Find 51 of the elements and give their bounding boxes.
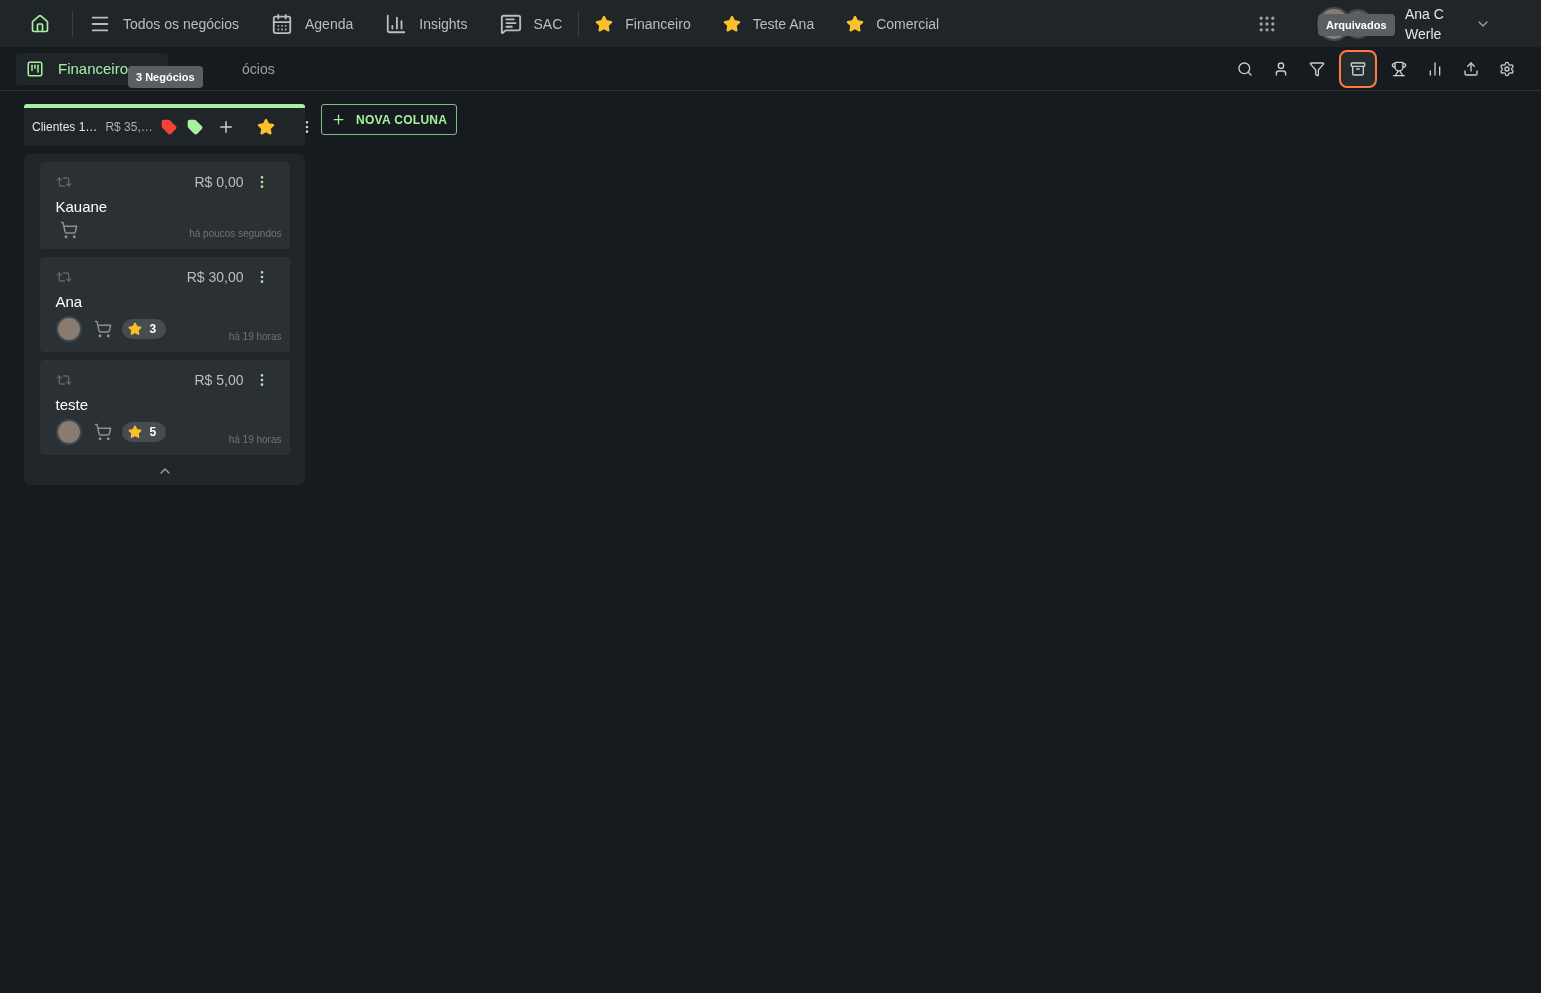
deal-time: há poucos segundos (189, 228, 282, 239)
nav-item[interactable]: Todos os negócios (73, 12, 255, 35)
rating-badge: 5 (121, 422, 167, 442)
new-column-button[interactable]: NOVA COLUNA (321, 104, 458, 135)
deal-time: há 19 horas (228, 434, 282, 445)
upload-icon (1463, 60, 1479, 77)
kanban-icon (26, 59, 44, 78)
cart-icon (93, 423, 112, 441)
deal-card[interactable]: R$ 0,00 Kauane há poucos segundos (39, 162, 290, 249)
nav-item[interactable]: Financeiro (579, 14, 707, 33)
nav-item[interactable]: Teste Ana (706, 14, 831, 33)
deal-name: Ana (55, 293, 84, 310)
star-icon (722, 14, 741, 33)
nav-item[interactable]: Insights (369, 12, 484, 35)
tooltip: 3 Negócios (128, 66, 203, 88)
chat-icon (499, 12, 522, 35)
star-icon[interactable] (256, 118, 275, 136)
settings-icon (1499, 60, 1515, 77)
trophy-icon (1391, 60, 1407, 77)
deal-value: R$ 30,00 (186, 269, 244, 285)
star-icon (846, 14, 865, 33)
deal-time: há 19 horas (228, 331, 282, 342)
archive-icon (1350, 60, 1366, 77)
deal-value: R$ 0,00 (194, 174, 244, 190)
bar-chart-icon (1427, 60, 1443, 77)
cart-icon (59, 221, 78, 239)
deal-card[interactable]: R$ 30,00 Ana 3 há 19 horas (39, 257, 290, 352)
user-name: Ana C (1405, 4, 1445, 24)
nav-item[interactable]: Comercial (830, 14, 956, 33)
home-icon[interactable] (30, 13, 50, 34)
user-name: Werle (1405, 24, 1443, 44)
column-title: Clientes 1… (32, 120, 98, 134)
nav-item[interactable]: Agenda (254, 12, 370, 35)
calendar-icon (270, 12, 293, 35)
toolbar-button[interactable] (1339, 49, 1377, 88)
tooltip: Arquivados (1318, 14, 1395, 36)
deal-card[interactable]: R$ 5,00 teste 5 há 19 horas (39, 360, 290, 455)
column-total: R$ 35,… (105, 120, 153, 134)
rating-badge: 3 (121, 319, 167, 339)
bar-chart-icon (385, 12, 408, 35)
nav-item[interactable]: SAC (483, 12, 579, 35)
deal-count: ócios (242, 60, 275, 77)
deal-name: Kauane (55, 198, 109, 215)
plus-icon (331, 112, 346, 127)
search-icon (1237, 60, 1253, 77)
filter-icon (1309, 60, 1325, 77)
deal-name: teste (55, 396, 90, 413)
cart-icon (93, 320, 112, 338)
deal-value: R$ 5,00 (194, 372, 244, 388)
person-icon (1273, 60, 1289, 77)
star-icon (595, 14, 614, 33)
